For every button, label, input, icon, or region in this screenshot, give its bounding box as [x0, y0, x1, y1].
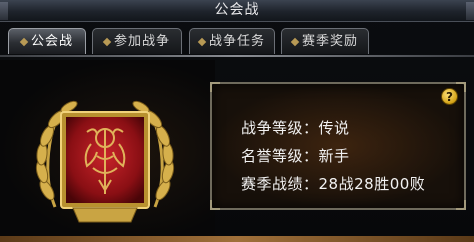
- tab-marker-icon: [290, 37, 300, 46]
- tab-join-war[interactable]: 参加战争: [92, 28, 182, 54]
- guild-emblem-icon: [35, 100, 175, 223]
- title-bar[interactable]: 公会战: [0, 0, 474, 22]
- tab-label: 参加战争: [113, 34, 170, 49]
- tab-guild-war[interactable]: 公会战: [8, 28, 86, 54]
- bottom-decoration: [0, 236, 474, 242]
- panel-corner: [210, 200, 220, 210]
- war-level-label: 战争等级：: [241, 119, 319, 137]
- tab-label: 战争任务: [208, 34, 265, 49]
- window-title: 公会战: [214, 2, 260, 18]
- tab-marker-icon: [102, 37, 112, 46]
- season-record-value: 28战28胜00败: [318, 175, 426, 193]
- tab-label: 赛季奖励: [301, 34, 358, 49]
- panel-corner: [210, 82, 220, 92]
- tab-marker-icon: [19, 37, 29, 46]
- war-info-panel: ? 战争等级：传说 名誉等级：新手 赛季战绩：28战28胜00败: [210, 82, 466, 210]
- honor-level-row: 名誉等级：新手: [241, 145, 350, 167]
- tab-season-rewards[interactable]: 赛季奖励: [281, 28, 369, 54]
- war-level-row: 战争等级：传说: [241, 117, 350, 139]
- tab-war-tasks[interactable]: 战争任务: [189, 28, 275, 54]
- war-level-value: 传说: [318, 119, 350, 137]
- guild-war-window: 公会战 公会战 参加战争 战争任务 赛季奖励 ? 战争等级：传说 名誉等级：新手…: [0, 0, 474, 242]
- season-record-label: 赛季战绩：: [241, 175, 319, 193]
- panel-corner: [456, 82, 466, 92]
- emblem-area: [0, 60, 215, 242]
- season-record-row: 赛季战绩：28战28胜00败: [241, 173, 425, 195]
- honor-level-label: 名誉等级：: [241, 147, 319, 165]
- honor-level-value: 新手: [318, 147, 350, 165]
- tab-marker-icon: [197, 37, 207, 46]
- tab-content-divider: [0, 55, 474, 57]
- tab-label: 公会战: [30, 34, 73, 49]
- help-icon[interactable]: ?: [441, 88, 458, 105]
- panel-corner: [456, 200, 466, 210]
- title-bar-edge-right: [466, 2, 474, 20]
